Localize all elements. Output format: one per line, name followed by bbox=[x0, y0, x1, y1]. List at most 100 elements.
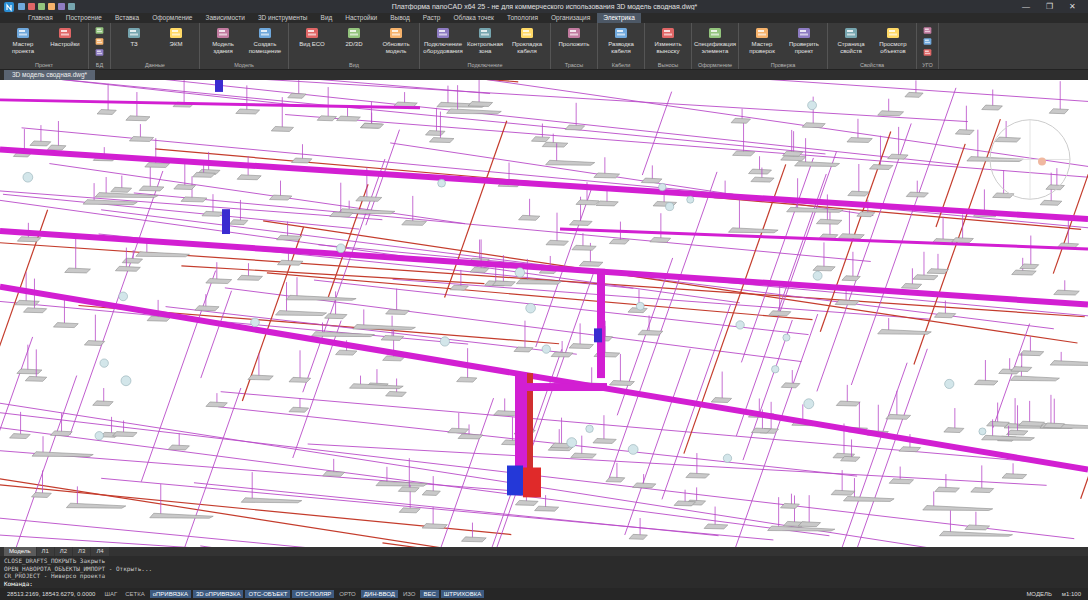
ribbon-tab[interactable]: Зависимости bbox=[199, 13, 250, 23]
ribbon-button[interactable]: Настройки bbox=[44, 25, 86, 61]
ribbon-tab[interactable]: Вывод bbox=[384, 13, 416, 23]
status-toggle[interactable]: ОТС-ПОЛЯР bbox=[292, 590, 334, 598]
light-fixture bbox=[783, 151, 803, 156]
icon-body bbox=[615, 28, 627, 38]
layout-tab[interactable]: Л4 bbox=[91, 547, 108, 556]
ribbon-tab[interactable]: Облака точек bbox=[447, 13, 500, 23]
ribbon-tab[interactable]: 3D инструменты bbox=[252, 13, 314, 23]
ribbon-tab[interactable]: Организация bbox=[545, 13, 596, 23]
status-toggle[interactable]: ОРТО bbox=[336, 590, 358, 598]
small-tool-icon[interactable] bbox=[923, 37, 932, 46]
light-fixture bbox=[450, 285, 468, 290]
status-toggle[interactable]: оПРИВЯЗКА bbox=[150, 590, 191, 598]
window-control-button[interactable]: ✕ bbox=[1061, 2, 1084, 11]
ribbon-button[interactable]: Страница свойств bbox=[830, 25, 872, 61]
route-line bbox=[101, 478, 773, 540]
quick-access-icon[interactable] bbox=[28, 3, 35, 10]
light-fixture bbox=[569, 344, 593, 349]
small-tool-icon[interactable] bbox=[923, 26, 932, 35]
ribbon-button[interactable]: Прокладка кабеля bbox=[506, 25, 548, 61]
ribbon-button[interactable]: Создать помещение bbox=[244, 25, 286, 61]
light-fixture bbox=[650, 237, 671, 242]
small-tool-icon[interactable] bbox=[95, 37, 104, 46]
ribbon-button[interactable]: Проложить bbox=[553, 25, 595, 61]
ribbon-button[interactable]: Просмотр объектов bbox=[872, 25, 914, 61]
icon-body bbox=[96, 38, 104, 44]
status-toggle[interactable]: СЕТКА bbox=[122, 590, 148, 598]
ribbon-tab[interactable]: Главная bbox=[22, 13, 59, 23]
sensor-sphere bbox=[23, 172, 33, 182]
ribbon-tab[interactable]: Настройки bbox=[339, 13, 383, 23]
icon-detail bbox=[617, 34, 625, 36]
cable-line bbox=[936, 144, 965, 227]
compass-ring bbox=[990, 120, 1070, 199]
status-toggle[interactable]: ШТРИХОВКА bbox=[441, 590, 484, 598]
ribbon-button[interactable]: ТЗ bbox=[113, 25, 155, 61]
command-line[interactable]: CLOSE_DRAFTS_ПОКРЫТЬ ЗакрытьOPEN_НАВОРОТ… bbox=[0, 556, 1088, 588]
ribbon-group-buttons bbox=[91, 25, 108, 61]
status-toggle[interactable]: ШАГ bbox=[101, 590, 120, 598]
model-viewport[interactable] bbox=[0, 80, 1088, 547]
light-fixture bbox=[955, 130, 974, 135]
ribbon-button[interactable]: Мастер проекта bbox=[2, 25, 44, 61]
window-control-button[interactable]: ❐ bbox=[1038, 2, 1061, 11]
sensor-sphere bbox=[723, 454, 731, 462]
window-control-button[interactable]: — bbox=[1014, 2, 1038, 11]
small-tool-icon[interactable] bbox=[95, 26, 104, 35]
ribbon-tab[interactable]: Топология bbox=[501, 13, 544, 23]
fixture-stem bbox=[20, 412, 21, 435]
ribbon-button[interactable]: Контрольная зона bbox=[464, 25, 506, 61]
ribbon-button[interactable]: Изменить выноску bbox=[647, 25, 689, 61]
quick-access-toolbar bbox=[18, 3, 75, 10]
quick-access-icon[interactable] bbox=[68, 3, 75, 10]
layout-tab[interactable]: Л1 bbox=[37, 547, 54, 556]
ribbon-button[interactable]: Вид ЕСО bbox=[291, 25, 333, 61]
quick-access-icon[interactable] bbox=[18, 3, 25, 10]
light-fixture bbox=[206, 402, 227, 407]
ribbon-button[interactable]: Модель здания bbox=[202, 25, 244, 61]
quick-access-icon[interactable] bbox=[58, 3, 65, 10]
ribbon-button[interactable]: 2D/3D bbox=[333, 25, 375, 61]
ribbon-tab[interactable]: Электрика bbox=[597, 13, 641, 23]
fixture-stem bbox=[433, 507, 434, 525]
sensor-sphere bbox=[945, 379, 954, 388]
ribbon-tab[interactable]: Построение bbox=[60, 13, 108, 23]
quick-access-icon[interactable] bbox=[48, 3, 55, 10]
layout-tab[interactable]: Модель bbox=[4, 547, 36, 556]
layout-tab[interactable]: Л3 bbox=[73, 547, 90, 556]
ribbon-tab[interactable]: Вид bbox=[315, 13, 339, 23]
fixture-stem bbox=[933, 491, 934, 506]
light-fixture bbox=[939, 531, 1012, 536]
ribbon-button[interactable]: Мастер проверок bbox=[741, 25, 783, 61]
status-toggle[interactable]: ДИН-ВВОД bbox=[361, 590, 398, 598]
cable-tray bbox=[560, 229, 1088, 249]
ribbon-group: ПроложитьТрассы bbox=[551, 23, 598, 69]
ribbon-button[interactable]: Подключение оборудования bbox=[422, 25, 464, 61]
ribbon-button[interactable]: Спецификация элемента bbox=[694, 25, 736, 61]
ribbon-button[interactable]: Обновить модель bbox=[375, 25, 417, 61]
sensor-sphere bbox=[736, 321, 744, 329]
small-tool-icon[interactable] bbox=[95, 48, 104, 57]
route-line bbox=[303, 159, 385, 392]
ribbon-button[interactable]: Проверить проект bbox=[783, 25, 825, 61]
document-tab[interactable]: 3D модель сводная.dwg* bbox=[4, 70, 95, 80]
ribbon-tab[interactable]: Оформление bbox=[146, 13, 198, 23]
view-cube-compass-icon[interactable] bbox=[990, 120, 1070, 199]
status-toggle[interactable]: ИЗО bbox=[400, 590, 419, 598]
status-toggle[interactable]: 3D оПРИВЯЗКА bbox=[193, 590, 244, 598]
ribbon-button[interactable]: ЭКМ bbox=[155, 25, 197, 61]
command-prompt[interactable]: Команда: bbox=[4, 580, 1084, 588]
ribbon-tab[interactable]: Вставка bbox=[109, 13, 145, 23]
status-toggle[interactable]: ВЕС bbox=[420, 590, 438, 598]
fixture-stem bbox=[1050, 395, 1051, 425]
ribbon-group-buttons: Страница свойствПросмотр объектов bbox=[830, 25, 914, 61]
small-tool-icon[interactable] bbox=[923, 48, 932, 57]
quick-access-icon[interactable] bbox=[38, 3, 45, 10]
layout-tab[interactable]: Л2 bbox=[55, 547, 72, 556]
status-toggle[interactable]: ОТС-ОБЪЕКТ bbox=[245, 590, 290, 598]
light-fixture bbox=[237, 175, 261, 180]
ribbon-button[interactable]: Разводка кабеля bbox=[600, 25, 642, 61]
status-indicator[interactable]: МОДЕЛЬ bbox=[1022, 590, 1055, 598]
ribbon-tab[interactable]: Растр bbox=[417, 13, 447, 23]
status-indicator[interactable]: м1:100 bbox=[1058, 590, 1085, 598]
